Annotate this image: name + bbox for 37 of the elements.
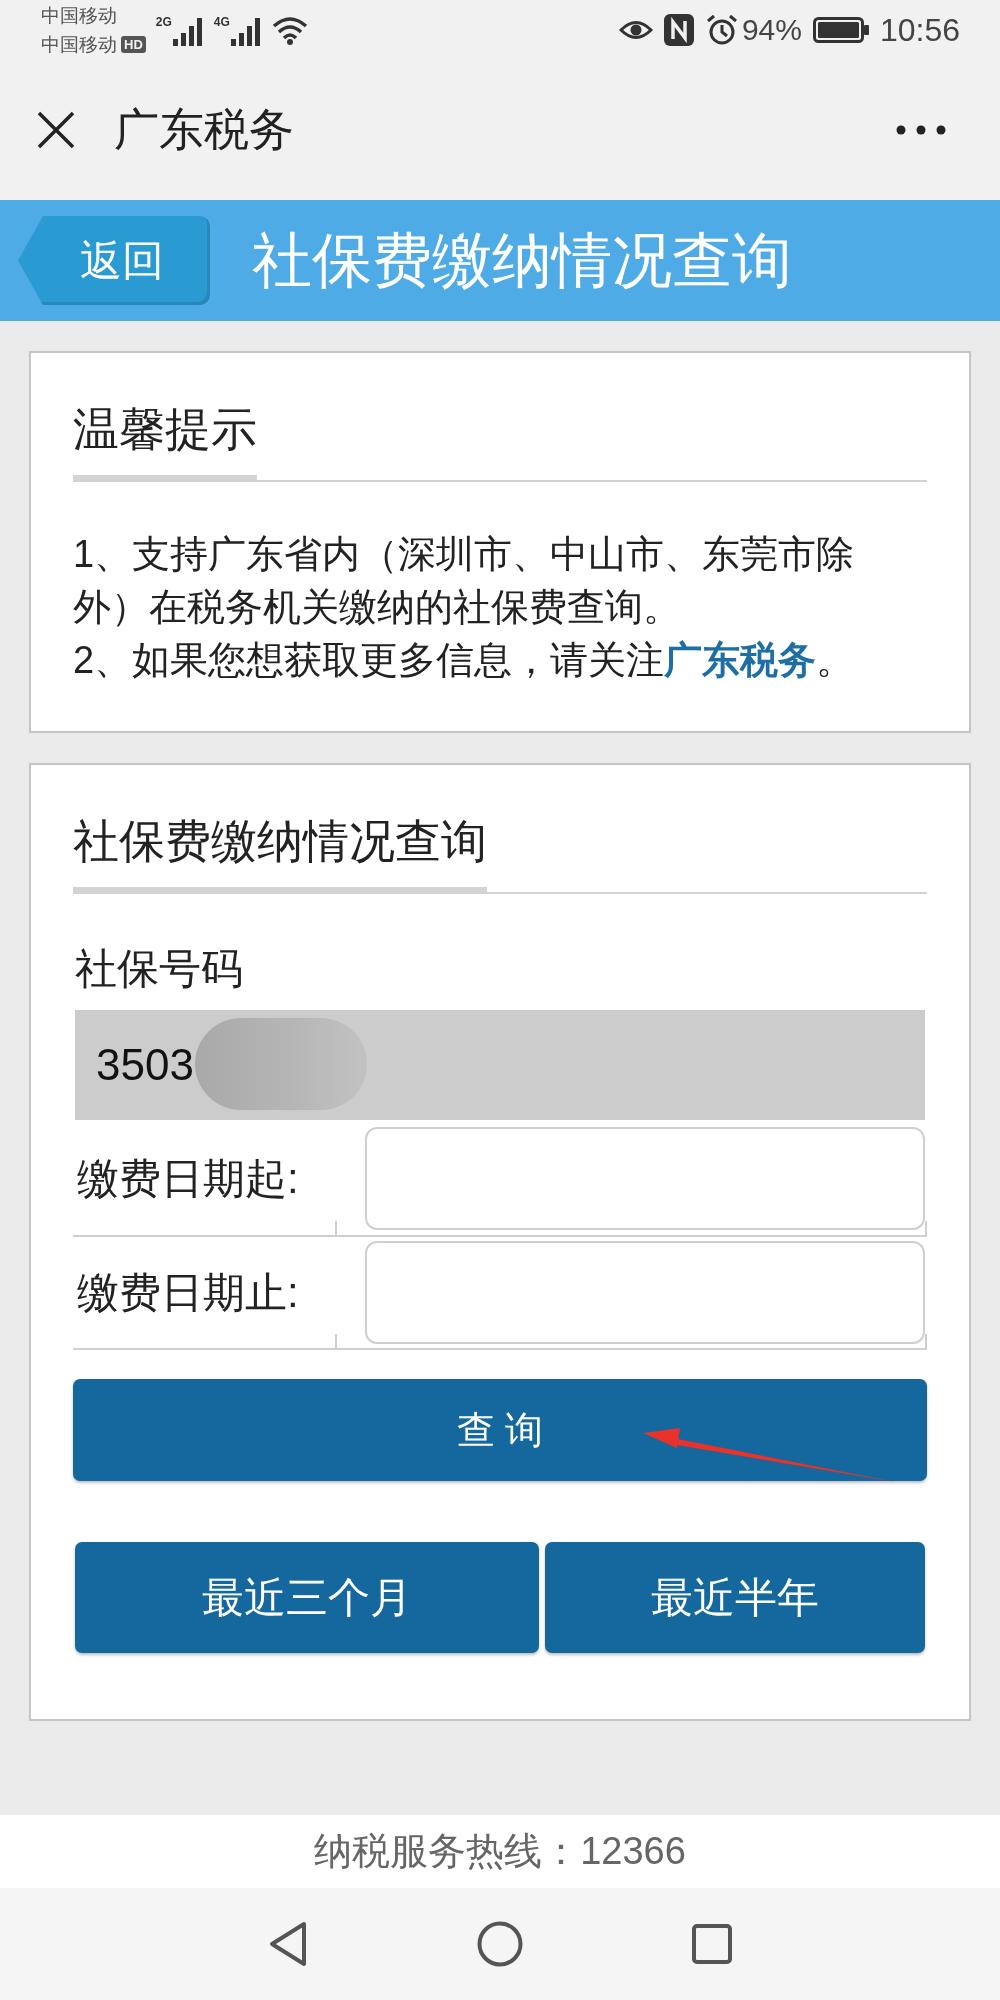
signal-bars-icon	[229, 16, 262, 46]
back-button[interactable]: 返回	[18, 216, 210, 305]
network-type: 4G	[213, 14, 230, 29]
range-button[interactable]: 最近半年	[545, 1542, 925, 1653]
date-field[interactable]	[365, 1127, 925, 1230]
home-icon[interactable]	[477, 1921, 523, 1967]
signal-bars-icon	[171, 16, 204, 46]
header-title: 社保费缴纳情况查询	[252, 225, 792, 296]
eye-icon	[618, 19, 653, 41]
field-label: 缴费日期止:	[76, 1267, 300, 1318]
wifi-icon	[271, 15, 308, 45]
tip-text: 1、支持广东省内（深圳市、中山市、东莞市除外）在税务机关缴纳的社保费查询。	[73, 532, 856, 630]
range-button[interactable]: 最近三个月	[75, 1542, 539, 1653]
battery-icon	[812, 17, 869, 43]
number-field[interactable]: 3503	[75, 1010, 925, 1120]
card-title: 社保费缴纳情况查询	[73, 811, 487, 894]
nfc-icon	[663, 14, 694, 46]
recent-apps-icon[interactable]	[692, 1924, 732, 1964]
tip-text: 2、如果您想获取更多信息，请关注广东税务。	[73, 638, 856, 683]
field-label: 社保号码	[74, 944, 244, 994]
more-icon[interactable]	[896, 125, 946, 135]
link[interactable]: 广东税务	[664, 639, 817, 681]
date-field[interactable]	[365, 1241, 925, 1344]
hotline-text: 纳税服务热线：12366	[314, 1829, 686, 1874]
back-icon[interactable]	[268, 1921, 308, 1967]
close-icon[interactable]	[37, 111, 75, 149]
clock-time: 10:56	[879, 11, 960, 49]
hd-badge: HD	[121, 36, 146, 53]
battery-percent: 94%	[741, 13, 802, 47]
network-type: 2G	[155, 14, 172, 29]
carrier-name: 中国移动	[41, 4, 117, 28]
card-title: 温馨提示	[73, 399, 257, 482]
alarm-clock-icon	[705, 14, 738, 46]
field-label: 缴费日期起:	[76, 1153, 300, 1204]
carrier-name: 中国移动	[41, 33, 117, 57]
query-button[interactable]: 查 询	[73, 1379, 927, 1481]
page-title: 广东税务	[114, 103, 294, 157]
